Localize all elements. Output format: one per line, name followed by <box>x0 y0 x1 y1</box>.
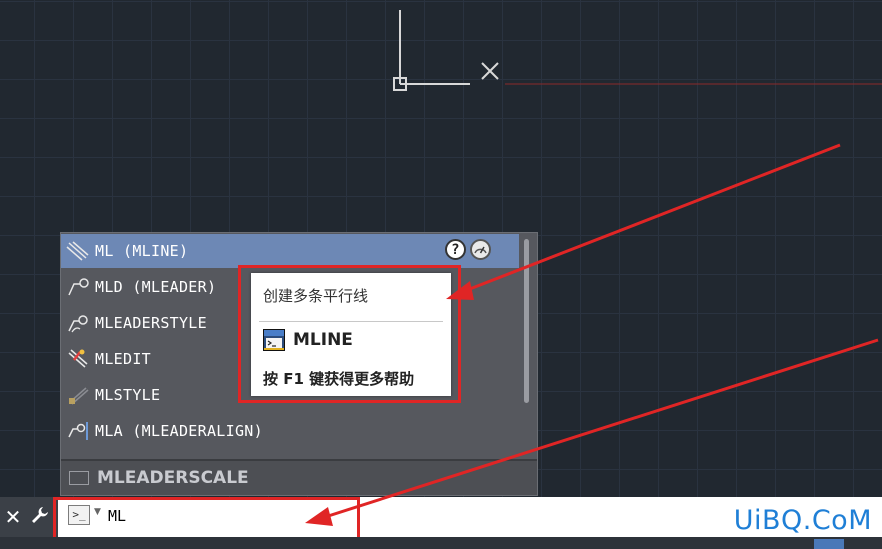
help-buttons: ? <box>445 239 491 260</box>
status-bar-tab[interactable] <box>814 539 844 549</box>
status-bar <box>0 537 882 549</box>
annotation-box-tooltip <box>238 265 461 403</box>
autocomplete-item-label: MLEADERSTYLE <box>95 314 207 332</box>
autocomplete-item-label: MLSTYLE <box>95 386 161 404</box>
help-icon[interactable]: ? <box>445 239 466 260</box>
mlstyle-icon <box>61 378 95 412</box>
autocomplete-footer-label: MLEADERSCALE <box>97 468 249 488</box>
autocomplete-item-label: ML (MLINE) <box>95 242 189 260</box>
annotation-box-command-input <box>53 497 360 541</box>
autocomplete-footer-mleaderscale[interactable]: MLEADERSCALE <box>61 461 537 495</box>
autocomplete-item-label: MLD (MLEADER) <box>95 278 217 296</box>
mline-icon <box>61 234 95 268</box>
autocomplete-scrollbar[interactable] <box>524 239 529 403</box>
system-variable-icon <box>69 471 89 485</box>
close-icon[interactable]: ✕ <box>2 505 24 529</box>
command-line-controls: ✕ <box>0 497 58 537</box>
autocomplete-item-mline[interactable]: ML (MLINE) ? <box>61 234 519 268</box>
mleaderalign-icon <box>61 414 95 448</box>
mledit-icon <box>61 342 95 376</box>
autocomplete-item-label: MLA (MLEADERALIGN) <box>95 422 263 440</box>
autocomplete-item-mleaderalign[interactable]: MLA (MLEADERALIGN) <box>61 414 519 448</box>
gauge-icon[interactable] <box>470 239 491 260</box>
mleader-icon <box>61 270 95 304</box>
wrench-icon[interactable] <box>30 505 50 530</box>
mleaderstyle-icon <box>61 306 95 340</box>
watermark-text: UiBQ.CoM <box>733 505 872 536</box>
autocomplete-item-label: MLEDIT <box>95 350 151 368</box>
